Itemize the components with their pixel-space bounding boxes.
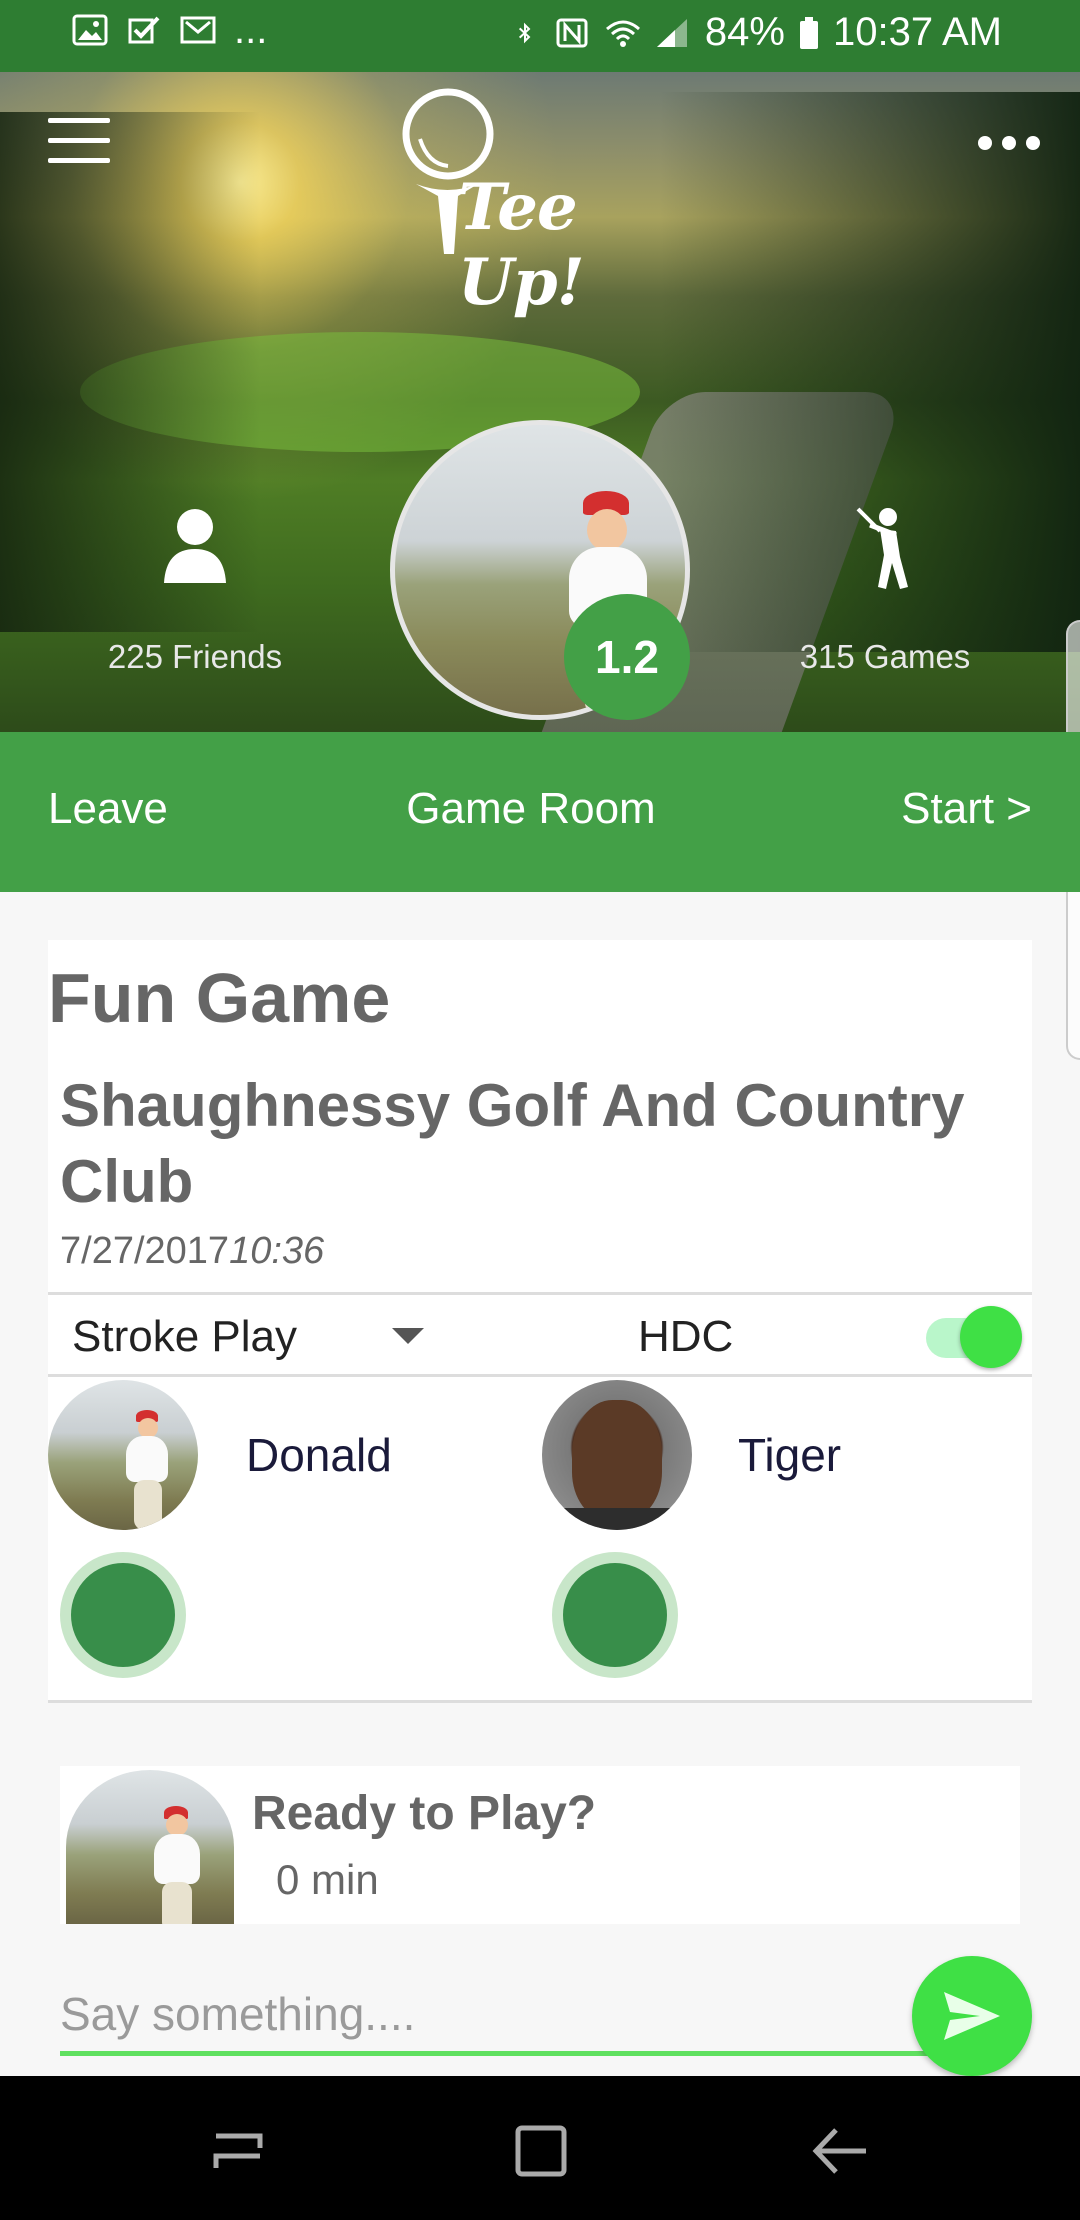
battery-icon [799, 16, 818, 49]
more-notifications-text: ... [234, 8, 268, 52]
divider [48, 1292, 1032, 1295]
friends-icon[interactable] [160, 505, 230, 585]
battery-percent: 84% [704, 10, 785, 54]
mail-icon [180, 16, 216, 44]
signal-icon [656, 18, 687, 47]
wifi-icon [605, 20, 640, 47]
message-timestamp: 0 min [276, 1856, 379, 1903]
course-name: Shaughnessy Golf And Country Club [60, 1072, 965, 1215]
game-name: Fun Game [48, 959, 391, 1037]
divider [48, 1374, 1032, 1377]
friends-count[interactable]: 225 Friends [60, 638, 330, 676]
nfc-icon [556, 18, 588, 47]
system-icons: 84% 10:37 AM [517, 10, 1002, 55]
recent-apps-icon[interactable] [204, 2116, 274, 2186]
message-avatar[interactable] [66, 1770, 234, 1924]
back-icon[interactable] [806, 2116, 876, 2186]
player-avatar[interactable] [48, 1380, 198, 1530]
hdc-toggle[interactable] [960, 1306, 1022, 1368]
play-type-select[interactable]: Stroke Play [72, 1312, 297, 1362]
game-card: Fun Game Shaughnessy Golf And Country Cl… [48, 940, 1032, 1703]
game-datetime: 7/27/201710:36 [60, 1230, 324, 1273]
golfer-figure [142, 1792, 222, 1924]
player-name: Tiger [738, 1429, 842, 1481]
app-name: Tee Up! [458, 170, 585, 320]
player-shirt [562, 1508, 672, 1530]
send-button[interactable] [912, 1956, 1032, 2076]
game-time: 10:36 [229, 1230, 325, 1272]
chat-message: Ready to Play? 0 min [60, 1766, 1020, 1924]
handicap-badge: 1.2 [564, 594, 690, 720]
gallery-icon [72, 14, 108, 46]
player-status-indicator [60, 1552, 186, 1678]
system-navigation-bar [0, 2076, 1080, 2220]
clock: 10:37 AM [832, 10, 1002, 54]
games-count[interactable]: 315 Games [760, 638, 1010, 676]
bluetooth-icon [518, 22, 531, 43]
player-face [572, 1400, 662, 1520]
player-avatar[interactable] [542, 1380, 692, 1530]
app-logo: Tee Up! [398, 84, 688, 320]
golfer-swing-icon[interactable] [850, 505, 920, 590]
tasks-icon [128, 16, 160, 44]
overflow-menu-icon[interactable] [978, 136, 1040, 150]
status-bar: ... 84% 10:37 AM [0, 0, 1080, 72]
game-room-toolbar: Game Room Leave Start > [0, 732, 1080, 892]
chevron-down-icon[interactable] [392, 1328, 424, 1344]
divider [48, 1700, 1032, 1703]
send-icon [944, 1992, 1000, 2040]
player-name: Donald [246, 1429, 392, 1481]
hamburger-menu-icon[interactable] [48, 118, 110, 166]
notification-icons: ... [72, 8, 268, 52]
leave-button[interactable]: Leave [48, 784, 168, 834]
hdc-label: HDC [638, 1312, 734, 1361]
player-status-indicator [552, 1552, 678, 1678]
golfer-figure [116, 1398, 186, 1530]
game-date: 7/27/2017 [60, 1230, 230, 1272]
home-icon[interactable] [506, 2116, 576, 2186]
message-text: Ready to Play? [252, 1787, 597, 1840]
chat-input[interactable] [60, 1976, 930, 2056]
start-button[interactable]: Start > [901, 784, 1032, 834]
